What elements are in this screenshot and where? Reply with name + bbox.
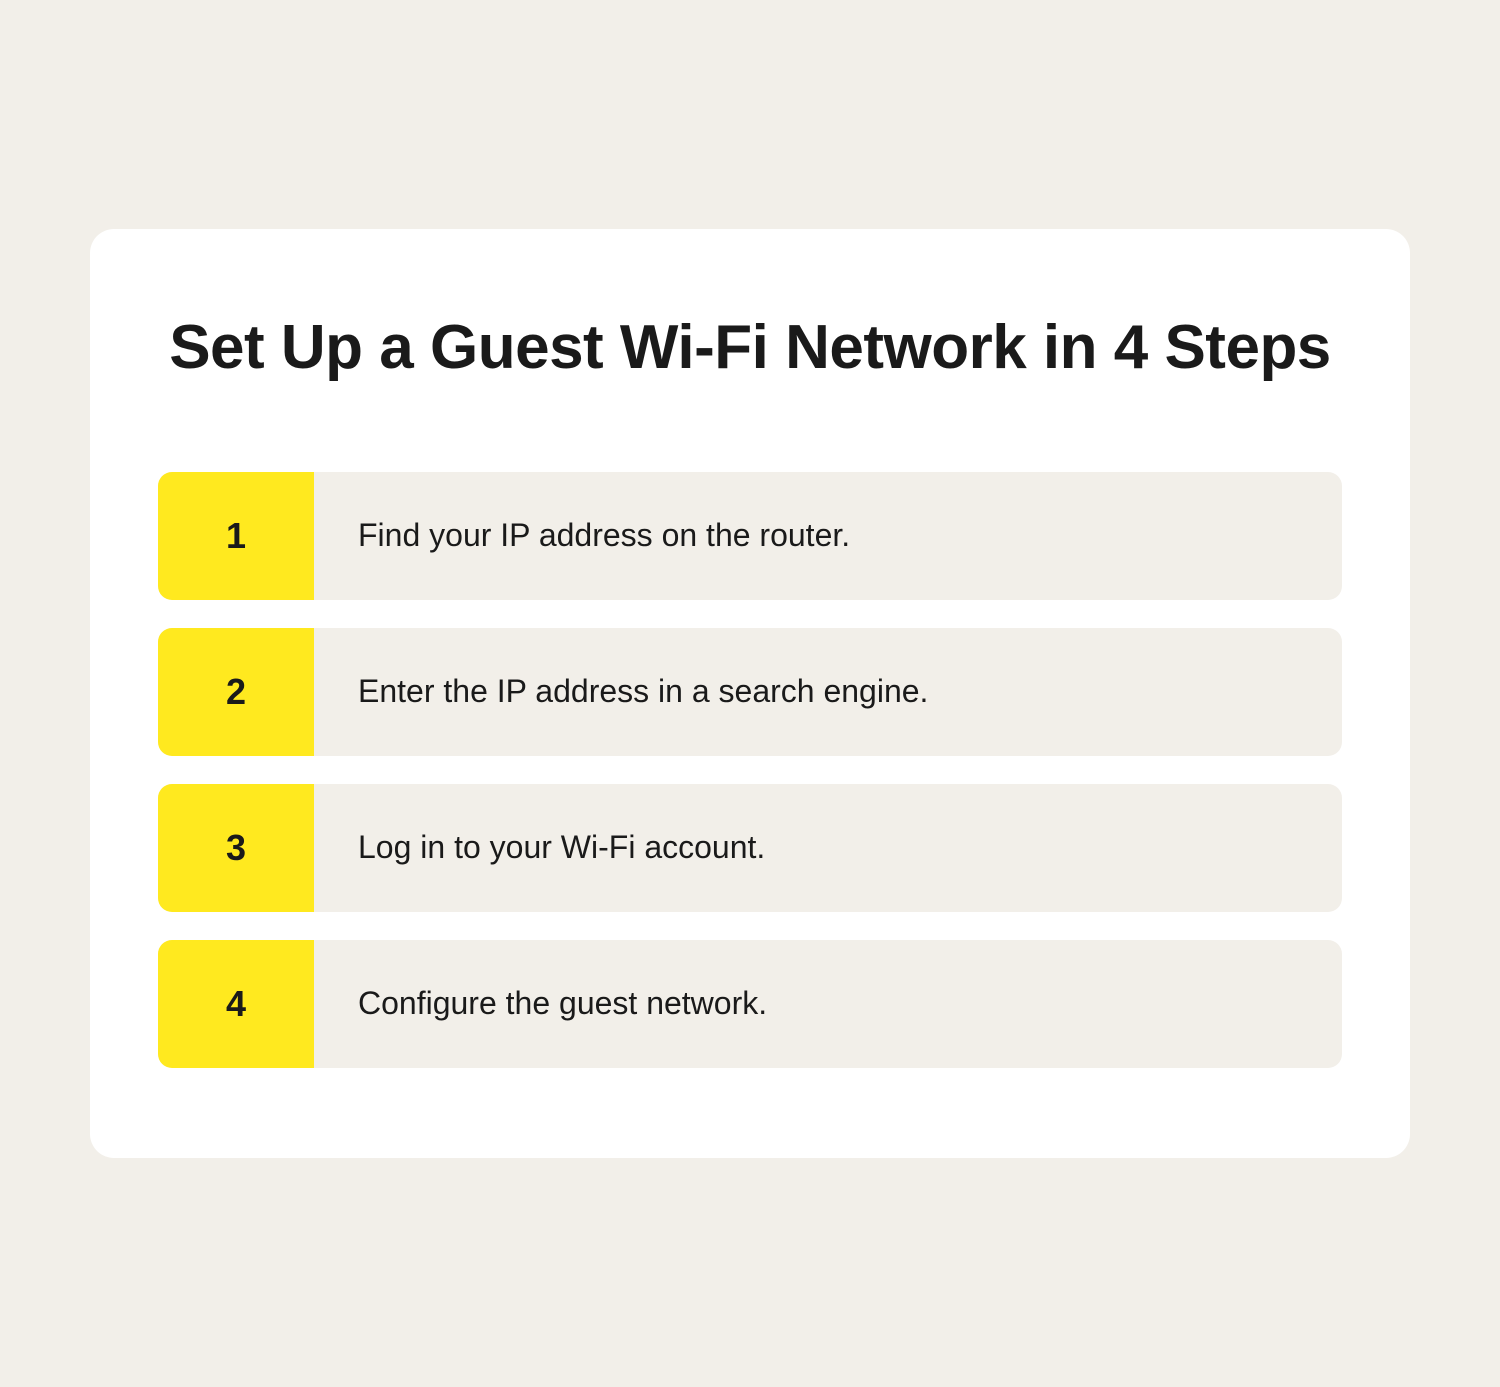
- step-number-badge: 1: [158, 472, 314, 600]
- steps-list: 1 Find your IP address on the router. 2 …: [150, 472, 1350, 1068]
- step-item: 2 Enter the IP address in a search engin…: [158, 628, 1342, 756]
- step-description: Log in to your Wi-Fi account.: [314, 784, 765, 912]
- instruction-card: Set Up a Guest Wi-Fi Network in 4 Steps …: [90, 229, 1410, 1158]
- step-item: 1 Find your IP address on the router.: [158, 472, 1342, 600]
- step-description: Enter the IP address in a search engine.: [314, 628, 928, 756]
- card-title: Set Up a Guest Wi-Fi Network in 4 Steps: [150, 309, 1350, 387]
- step-item: 4 Configure the guest network.: [158, 940, 1342, 1068]
- step-number-badge: 3: [158, 784, 314, 912]
- step-description: Configure the guest network.: [314, 940, 767, 1068]
- step-description: Find your IP address on the router.: [314, 472, 850, 600]
- step-number-badge: 4: [158, 940, 314, 1068]
- step-item: 3 Log in to your Wi-Fi account.: [158, 784, 1342, 912]
- step-number-badge: 2: [158, 628, 314, 756]
